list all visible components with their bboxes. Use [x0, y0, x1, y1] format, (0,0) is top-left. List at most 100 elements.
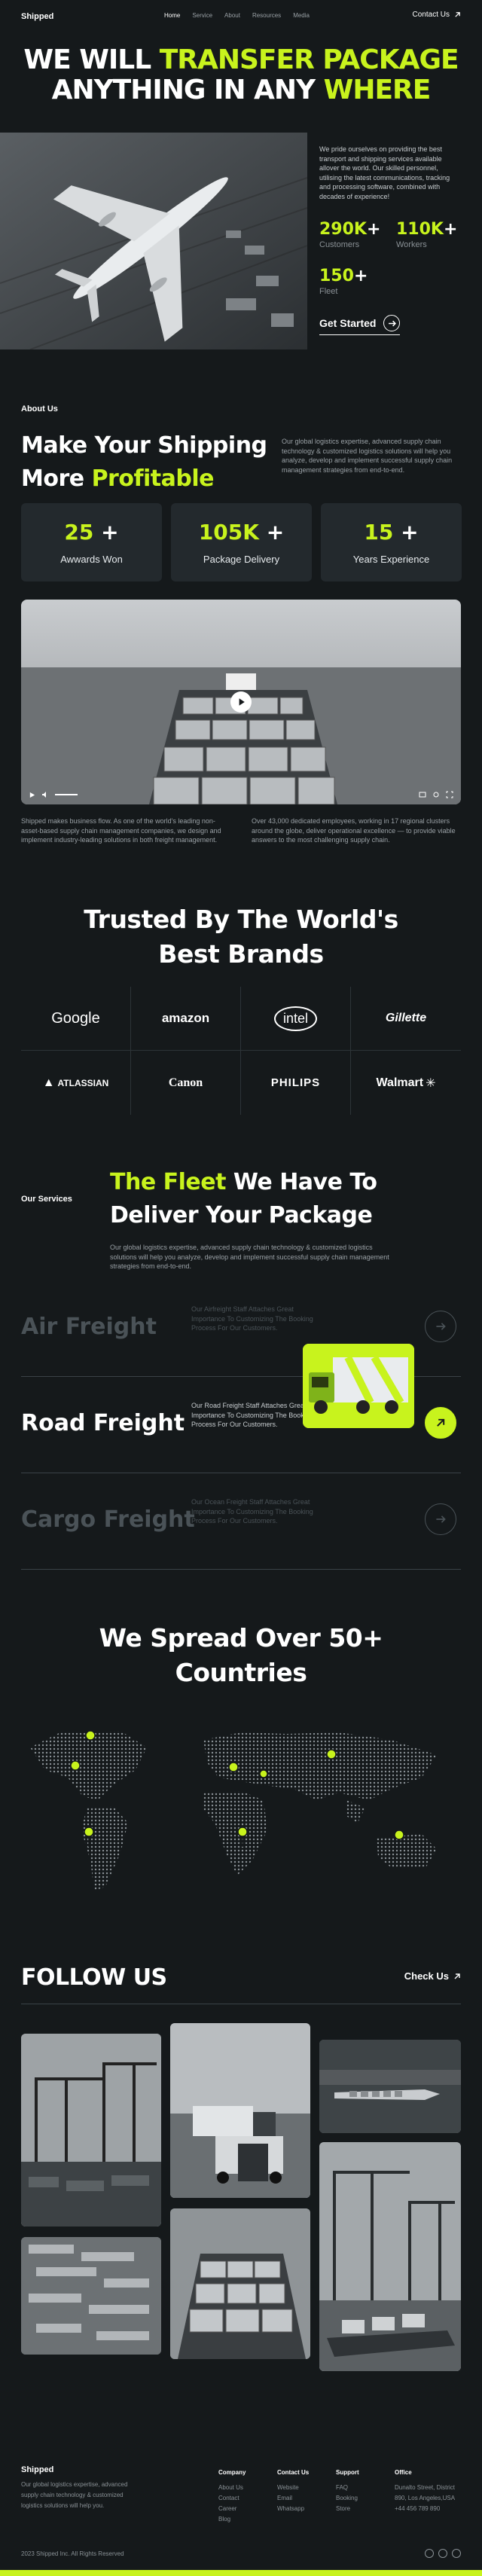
spread-title-line2: Countries — [175, 1658, 307, 1687]
footer-link-career[interactable]: Career — [218, 2504, 246, 2514]
spread-title-line1: We Spread Over 50+ — [99, 1623, 383, 1653]
footer-link-website[interactable]: Website — [277, 2483, 309, 2493]
brands-grid: Google amazon intel Gillette ▲ ATLASSIAN … — [21, 987, 461, 1115]
photo-container-yard[interactable] — [21, 2237, 161, 2355]
fullscreen-icon[interactable] — [446, 791, 453, 798]
about-section-label: About Us — [21, 404, 58, 414]
brand-gillette: Gillette — [351, 987, 461, 1051]
photo-container-ship[interactable] — [170, 2208, 310, 2359]
award-awards-value: 25 — [64, 520, 94, 545]
brands-title-line2: Best Brands — [158, 939, 324, 969]
brand-amazon-label: amazon — [161, 1011, 210, 1025]
nav-link-about[interactable]: About — [224, 12, 240, 19]
world-map — [15, 1717, 467, 1898]
stat-customers-label: Customers — [319, 240, 360, 249]
play-button[interactable] — [230, 691, 252, 713]
brand-atlassian: ▲ ATLASSIAN — [21, 1051, 131, 1115]
award-card-years: 15 + Years Experience — [321, 503, 462, 581]
photo-cranes[interactable] — [21, 2034, 161, 2227]
photo-aerial-ship[interactable] — [319, 2040, 461, 2133]
brand-philips-label: PHILIPS — [270, 1076, 321, 1089]
service-cargo-arrow-button[interactable] — [425, 1503, 456, 1535]
footer-copyright: 2023 Shipped Inc. All Rights Reserved — [21, 2550, 124, 2557]
nav-link-service[interactable]: Service — [192, 12, 212, 19]
captions-icon[interactable] — [419, 791, 426, 798]
stat-customers-value: 290K — [319, 220, 367, 239]
photo-trucks[interactable] — [170, 2023, 310, 2198]
instagram-icon[interactable] — [425, 2549, 434, 2558]
brand-walmart: Walmart ✳ — [376, 1076, 436, 1090]
volume-icon[interactable] — [41, 791, 49, 798]
hero-line1-lime: TRANSFER PACKAGE — [159, 44, 459, 75]
footer-link-store[interactable]: Store — [336, 2504, 359, 2514]
brand-canon: Canon — [131, 1051, 241, 1115]
service-cargo-freight[interactable]: Cargo Freight Our Ocean Freight Staff At… — [21, 1473, 461, 1570]
award-years-label: Years Experience — [352, 554, 430, 565]
about-footnote-right: Over 43,000 dedicated employees, working… — [252, 817, 456, 844]
footer-link-email[interactable]: Email — [277, 2493, 309, 2504]
footer-office-phone: +44 456 789 890 — [395, 2505, 441, 2512]
contact-us-link[interactable]: Contact Us — [413, 11, 461, 19]
hero-line2-white: ANYTHING IN ANY — [51, 75, 324, 105]
stat-fleet: 150+ Fleet — [319, 267, 368, 296]
about-description: Our global logistics expertise, advanced… — [282, 438, 453, 474]
footer-support-title: Support — [336, 2469, 359, 2476]
award-packages-label: Package Delivery — [203, 554, 280, 565]
footer-link-contact[interactable]: Contact — [218, 2493, 246, 2504]
brand-philips: PHILIPS — [241, 1051, 351, 1115]
about-title-lime: Profitable — [91, 465, 215, 492]
follow-us-title: FOLLOW US — [21, 1964, 167, 1991]
footer-office-title: Office — [395, 2469, 412, 2476]
brand-google: Google — [21, 987, 131, 1051]
brand-intel: intel — [241, 987, 351, 1051]
award-awards-label: Awwards Won — [60, 554, 123, 565]
award-card-awards: 25 + Awwards Won — [21, 503, 162, 581]
github-icon[interactable] — [452, 2549, 461, 2558]
nav-link-home[interactable]: Home — [164, 12, 180, 19]
services-title-lime: The Fleet — [110, 1169, 226, 1195]
contact-us-label: Contact Us — [412, 11, 450, 19]
award-years-value: 15 — [364, 520, 394, 545]
cargo-ship-video[interactable] — [21, 600, 461, 804]
footer-link-blog[interactable]: Blog — [218, 2514, 246, 2525]
nav-links: Home Service About Resources Media — [164, 12, 310, 19]
footer-link-booking[interactable]: Booking — [336, 2493, 359, 2504]
footer-contact-title: Contact Us — [277, 2469, 310, 2476]
brand-gillette-label: Gillette — [385, 1012, 427, 1024]
logo[interactable]: Shipped — [21, 12, 53, 21]
get-started-button[interactable]: Get Started — [319, 315, 401, 335]
check-us-link[interactable]: Check Us — [404, 1970, 461, 1982]
arrow-right-icon — [436, 1323, 446, 1330]
footer-contact: Contact Us Website Email Whatsapp — [277, 2468, 309, 2514]
stat-fleet-label: Fleet — [319, 287, 338, 296]
awards-row: 25 + Awwards Won 105K + Package Delivery… — [21, 503, 462, 581]
video-progress-bar[interactable] — [55, 794, 78, 795]
spread-title: We Spread Over 50+ Countries — [0, 1621, 482, 1690]
nav-link-media[interactable]: Media — [293, 12, 310, 19]
service-air-name: Air Freight — [21, 1314, 157, 1340]
award-packages-value: 105K — [198, 520, 259, 545]
about-title: Make Your Shipping More Profitable — [21, 429, 277, 496]
dribbble-icon[interactable] — [438, 2549, 447, 2558]
stat-customers-plus: + — [366, 220, 381, 239]
footer-tagline: Our global logistics expertise, advanced… — [21, 2481, 128, 2509]
brands-title: Trusted By The World's Best Brands — [0, 902, 482, 972]
hero-line1-white: WE WILL — [23, 44, 160, 75]
play-small-icon[interactable] — [29, 792, 35, 798]
stat-workers-label: Workers — [396, 240, 427, 249]
footer-link-whatsapp[interactable]: Whatsapp — [277, 2504, 309, 2514]
service-air-arrow-button[interactable] — [425, 1311, 456, 1342]
footer-link-about[interactable]: About Us — [218, 2483, 246, 2493]
truck-image — [303, 1344, 414, 1428]
service-road-arrow-button[interactable] — [425, 1407, 456, 1439]
settings-icon[interactable] — [432, 791, 440, 798]
hero-title: WE WILL TRANSFER PACKAGE ANYTHING IN ANY… — [0, 45, 482, 105]
footer-logo[interactable]: Shipped — [21, 2465, 134, 2475]
photo-port-cranes[interactable] — [319, 2142, 461, 2371]
footer-accent-bar — [0, 2570, 482, 2576]
arrow-right-icon — [383, 315, 401, 331]
hero-line2-lime: WHERE — [323, 75, 432, 105]
footer-link-faq[interactable]: FAQ — [336, 2483, 359, 2493]
footer-company-title: Company — [218, 2469, 246, 2476]
nav-link-resources[interactable]: Resources — [252, 12, 281, 19]
